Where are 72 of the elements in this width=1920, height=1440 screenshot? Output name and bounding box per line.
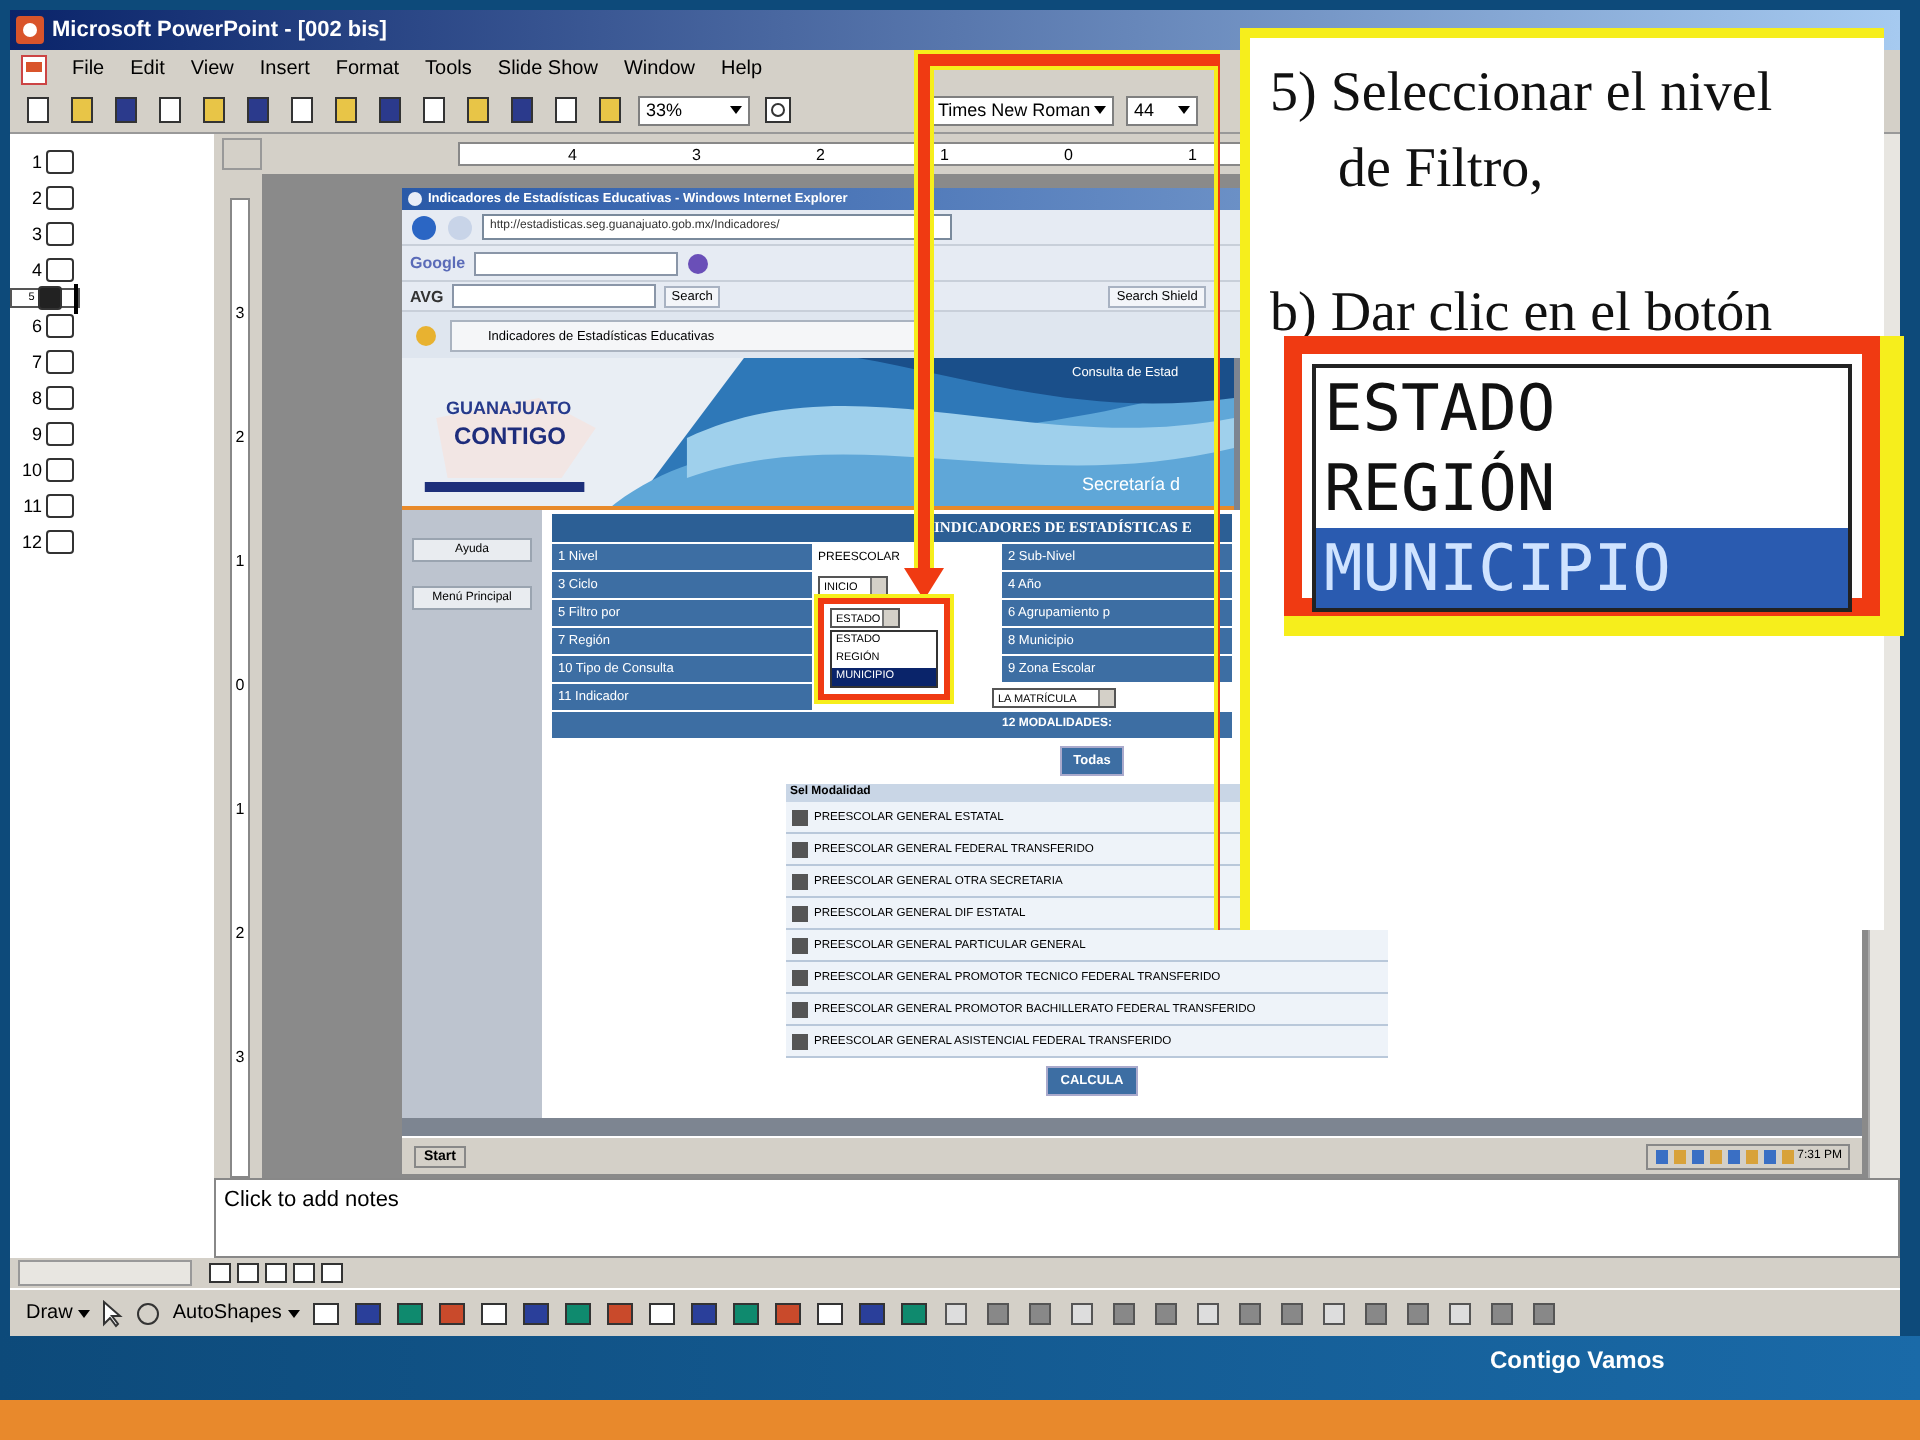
slide-thumbnail[interactable]: 8 xyxy=(10,380,118,417)
checkbox[interactable] xyxy=(792,969,808,986)
draw-menu-button[interactable]: Draw xyxy=(26,1302,91,1325)
avg-logo: AVG xyxy=(410,287,444,306)
menu-item[interactable]: View xyxy=(188,58,236,81)
checkbox[interactable] xyxy=(792,841,808,858)
menu-item[interactable]: File xyxy=(70,58,107,81)
square-icon[interactable] xyxy=(981,1297,1014,1330)
slide-thumbnail[interactable]: 11 xyxy=(10,488,118,525)
rotate-icon[interactable] xyxy=(134,1299,163,1328)
banner-subheading: Secretaría d xyxy=(1082,474,1181,495)
instruction-text: b) Dar clic en el botón xyxy=(1270,282,1773,346)
menu-item[interactable]: Help xyxy=(719,58,765,81)
vertical-ruler: 3 2 1 0 1 2 3 xyxy=(230,198,250,1179)
square-icon[interactable] xyxy=(1023,1297,1056,1330)
menu-item[interactable]: Slide Show xyxy=(495,58,600,81)
checkbox[interactable] xyxy=(792,873,808,890)
menu-item[interactable]: Edit xyxy=(128,58,167,81)
browser-icon xyxy=(408,192,422,207)
menu-item[interactable]: Format xyxy=(333,58,402,81)
square-icon[interactable] xyxy=(1359,1297,1392,1330)
view-button-icon[interactable] xyxy=(264,1262,288,1285)
square-icon[interactable] xyxy=(1107,1297,1140,1330)
slide-thumbnail[interactable]: 12 xyxy=(10,524,118,561)
dropdown-option: MUNICIPIO xyxy=(1312,528,1852,612)
checkbox[interactable] xyxy=(792,937,808,954)
square-icon[interactable] xyxy=(939,1297,972,1330)
slide-thumbnail[interactable]: 4 xyxy=(10,252,118,289)
view-button-icon[interactable] xyxy=(292,1262,316,1285)
document-icon xyxy=(20,53,48,86)
slide-thumbnail[interactable]: 3 xyxy=(10,216,118,253)
checkbox[interactable] xyxy=(792,1033,808,1050)
view-button-icon[interactable] xyxy=(208,1262,232,1285)
instruction-text: 5) Seleccionar el nivel xyxy=(1270,62,1773,126)
logo-text: GUANAJUATO xyxy=(446,398,572,419)
ruler-corner xyxy=(222,138,262,171)
menu-item[interactable]: Insert xyxy=(257,58,312,81)
square-icon[interactable] xyxy=(1527,1297,1560,1330)
dropdown-option: ESTADO xyxy=(1312,364,1852,448)
checkbox[interactable] xyxy=(792,809,808,826)
font-size-dropdown[interactable]: 44 xyxy=(1126,95,1198,126)
search-field[interactable] xyxy=(451,284,656,309)
search-field[interactable] xyxy=(473,251,678,276)
square-icon[interactable] xyxy=(1485,1297,1518,1330)
view-button-icon[interactable] xyxy=(236,1262,260,1285)
checkbox[interactable] xyxy=(792,905,808,922)
window-title: Microsoft PowerPoint - [002 bis] xyxy=(52,17,387,42)
square-icon[interactable] xyxy=(1191,1297,1224,1330)
slide-thumbnail[interactable]: 7 xyxy=(10,344,118,381)
horizontal-scrollbar[interactable] xyxy=(18,1260,192,1287)
zoom-dropdown[interactable]: 33% xyxy=(638,95,750,126)
slide-thumbnail[interactable]: 9 xyxy=(10,416,118,453)
square-icon[interactable] xyxy=(1065,1297,1098,1330)
google-logo: Google xyxy=(410,254,466,273)
slide-thumbnail[interactable]: 6 xyxy=(10,308,118,345)
autoshapes-menu-button[interactable]: AutoShapes xyxy=(172,1302,300,1325)
slide-thumbnail[interactable]: 10 xyxy=(10,452,118,489)
notes-placeholder: Click to add notes xyxy=(224,1188,399,1213)
slide-thumbnail[interactable]: 1 xyxy=(10,144,118,181)
document-icon[interactable] xyxy=(22,94,54,127)
font-dropdown[interactable]: Times New Roman xyxy=(930,95,1114,126)
app-icon xyxy=(16,15,44,44)
logo-text: CONTIGO xyxy=(454,422,566,451)
view-button-icon[interactable] xyxy=(320,1262,344,1285)
checkbox[interactable] xyxy=(792,1001,808,1018)
menu-item[interactable]: Window xyxy=(621,58,698,81)
pointer-icon[interactable] xyxy=(100,1299,125,1328)
notes-pane[interactable]: Click to add notes xyxy=(214,1178,1900,1259)
slide-thumbnail[interactable]: 2 xyxy=(10,180,118,217)
menu-item[interactable]: Tools xyxy=(423,58,474,81)
square-icon[interactable] xyxy=(1317,1297,1350,1330)
slogan: Contigo Vamos xyxy=(1490,1346,1665,1374)
